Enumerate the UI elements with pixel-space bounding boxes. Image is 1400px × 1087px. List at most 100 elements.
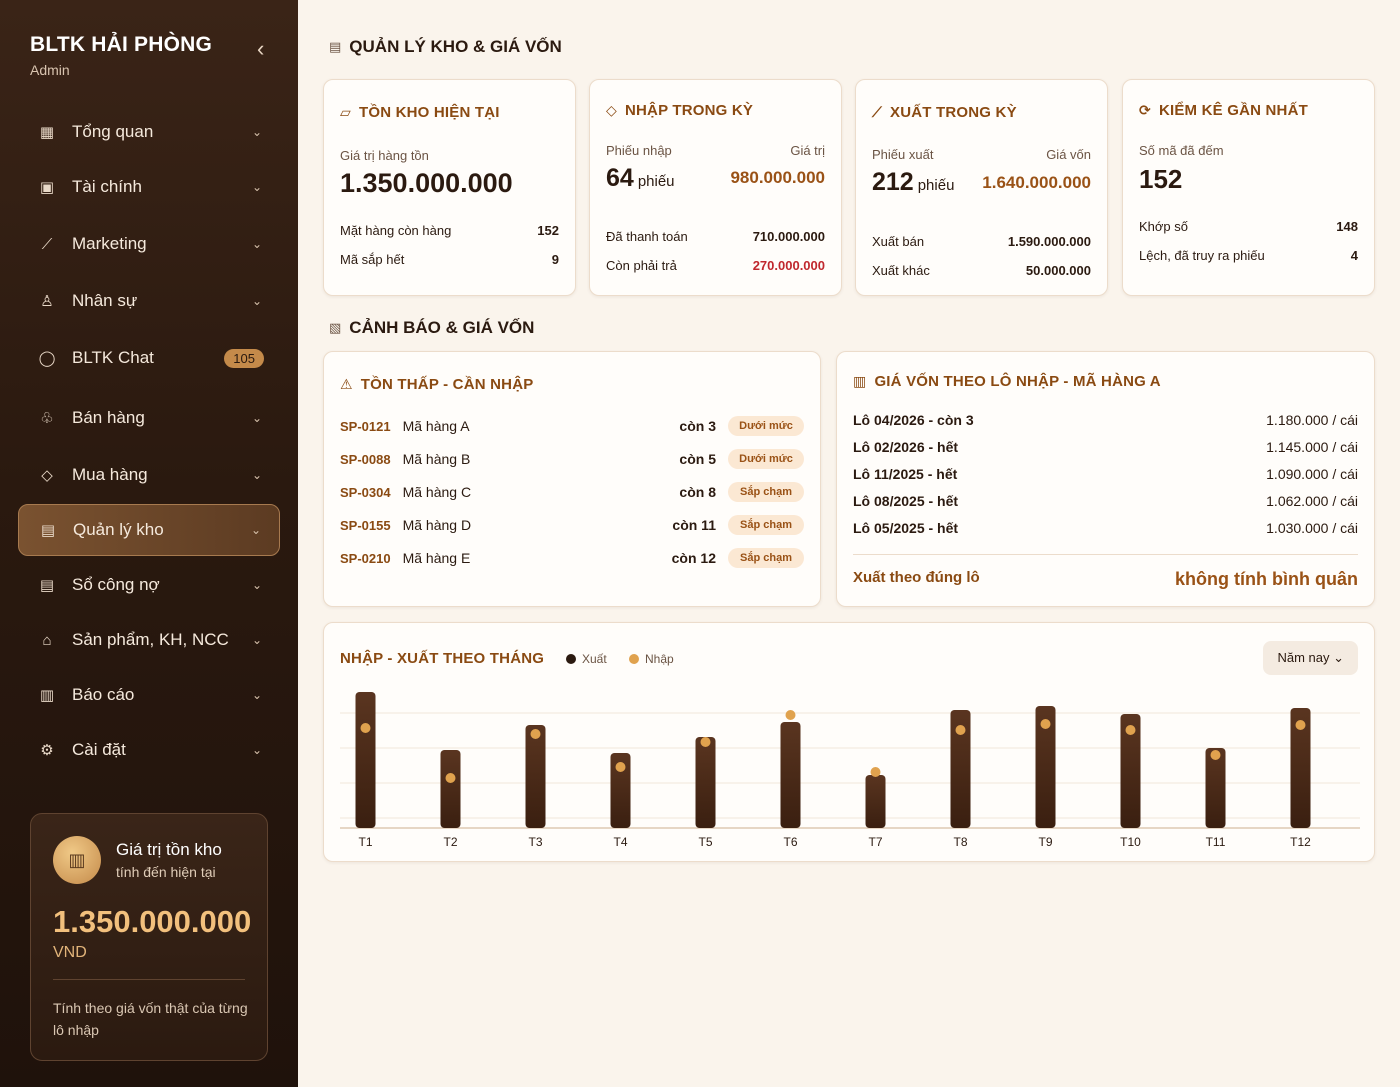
product-code: SP-0121 [340,418,391,434]
kpi-row: Còn phải trả 270.000.000 [606,258,825,273]
lot-name: Lô 02/2026 - hết [853,439,959,455]
kpi-row: Xuất khác 50.000.000 [872,263,1091,278]
kpi-card-export: ⟋ XUẤT TRONG KỲ Phiếu xuất Giá vốn 212 ph… [855,79,1108,296]
export-amount: 1.640.000.000 [982,173,1091,192]
kpi-card-stock: ▱ TỒN KHO HIỆN TẠI Giá trị hàng tồn 1.35… [323,79,576,296]
divider [853,554,1358,555]
list-item[interactable]: SP-0304 Mã hàng C còn 8 Sắp chạm [340,479,804,505]
sidebar-item-bao-cao[interactable]: ▥ Báo cáo ⌄ [18,669,280,721]
stock-card-title: Giá trị tồn kho [116,840,222,859]
trend-icon: ⟋ [41,235,53,253]
x-tick-label: T9 [1038,835,1052,849]
ledger-icon: ▤ [39,577,55,594]
section-title-text: QUẢN LÝ KHO & GIÁ VỐN [349,37,562,56]
list-item: Lô 08/2025 - hết 1.062.000 / cái [853,493,1358,509]
diamond-icon: ◇ [41,467,53,484]
x-tick-label: T10 [1120,835,1141,849]
chat-icon: ◯ [38,350,56,367]
row-label: Lệch, đã truy ra phiếu [1139,248,1265,263]
divider [53,979,245,980]
sidebar-item-san-pham[interactable]: ⌂ Sản phẩm, KH, NCC ⌄ [18,614,280,666]
sidebar-item-mua-hang[interactable]: ◇ Mua hàng ⌄ [18,449,280,501]
sidebar-item-nhan-su[interactable]: ♙ Nhân sự ⌄ [18,275,280,327]
coin-icon: ▥ [53,836,101,884]
point-nhap-T3 [530,729,541,739]
sidebar-item-bltk-chat[interactable]: ◯ BLTK Chat 105 [18,332,280,384]
product-name: Mã hàng C [402,484,472,500]
section-title-inventory: ▤ QUẢN LÝ KHO & GIÁ VỐN [329,37,562,57]
warning-icon: ⚠ [340,376,353,392]
kpi-row: Mã sắp hết 9 [340,252,559,267]
lot-price: 1.145.000 / cái [1266,439,1358,455]
dashboard-icon: ▦ [39,124,55,141]
export-count-label: Phiếu xuất [872,147,934,162]
warehouse-icon: ▤ [329,39,342,54]
row-value: 4 [1350,248,1358,263]
product-qty: còn 3 [679,418,716,434]
sidebar-item-label: Tổng quan [72,122,154,141]
list-item[interactable]: SP-0155 Mã hàng D còn 11 Sắp chạm [340,512,804,538]
kpi-row: Đã thanh toán 710.000.000 [606,229,825,244]
sidebar-item-quan-ly-kho[interactable]: ▤ Quản lý kho ⌄ [18,504,280,556]
sidebar-item-marketing[interactable]: ⟋ Marketing ⌄ [18,218,280,270]
diamond-icon: ◇ [606,102,617,118]
card-title: ⟋ XUẤT TRONG KỲ [872,104,1017,121]
sidebar-item-so-cong-no[interactable]: ▤ Sổ công nợ ⌄ [18,559,280,611]
box-icon: ▱ [340,104,351,120]
product-qty: còn 5 [679,451,716,467]
chevron-down-icon: ⌄ [251,125,262,139]
kpi-row: Khớp số 148 [1139,219,1358,234]
sidebar-item-cai-dat[interactable]: ⚙ Cài đặt ⌄ [18,724,280,776]
row-value: 50.000.000 [1025,263,1091,278]
bar-xuat-T1 [355,692,376,828]
product-qty: còn 8 [679,484,716,500]
chevron-down-icon: ⌄ [251,411,262,425]
sidebar-item-tong-quan[interactable]: ▦ Tổng quan ⌄ [18,106,280,158]
product-qty: còn 12 [671,550,716,566]
bar-xuat-T6 [780,722,801,828]
list-item[interactable]: SP-0088 Mã hàng B còn 5 Dưới mức [340,446,804,472]
lot-footer-label: Xuất theo đúng lô [853,569,980,586]
sidebar: BLTK HẢI PHÒNG Admin ‹ ▦ Tổng quan ⌄ ▣ T… [0,0,298,1087]
count-value: 64 [606,164,634,192]
sidebar-item-tai-chinh[interactable]: ▣ Tài chính ⌄ [18,161,280,213]
kpi-row: Xuất bán 1.590.000.000 [872,234,1091,249]
product-name: Mã hàng E [402,550,471,566]
point-nhap-T7 [870,767,881,777]
kpi-card-import: ◇ NHẬP TRONG KỲ Phiếu nhập Giá trị 64 phi… [589,79,842,296]
status-badge: Sắp chạm [728,548,804,568]
person-icon: ♙ [40,293,54,310]
user-role: Admin [30,62,70,78]
card-title: ▥ GIÁ VỐN THEO LÔ NHẬP - MÃ HÀNG A [853,373,1161,390]
lot-cost-card: ▥ GIÁ VỐN THEO LÔ NHẬP - MÃ HÀNG A Lô 04… [836,351,1375,607]
point-nhap-T10 [1125,725,1136,735]
import-amount: 980.000.000 [730,168,825,187]
product-code: SP-0304 [340,484,391,500]
lot-price: 1.180.000 / cái [1266,412,1358,428]
stock-value-label: Giá trị hàng tồn [340,148,429,163]
gear-icon: ⚙ [40,742,54,759]
sidebar-item-ban-hang[interactable]: ♧ Bán hàng ⌄ [18,392,280,444]
list-item[interactable]: SP-0210 Mã hàng E còn 12 Sắp chạm [340,545,804,571]
stock-card-value: 1.350.000.000 [53,904,252,939]
trend-icon: ⟋ [872,104,882,120]
count-value: 212 [872,168,914,196]
card-title-text: KIỂM KÊ GẦN NHẤT [1158,102,1308,119]
row-label: Xuất bán [872,234,925,249]
kpi-row: Mặt hàng còn hàng 152 [340,223,559,238]
product-code: SP-0210 [340,550,391,566]
list-item[interactable]: SP-0121 Mã hàng A còn 3 Dưới mức [340,413,804,439]
point-nhap-T11 [1210,750,1221,760]
unread-badge: 105 [224,348,264,368]
chevron-down-icon: ⌄ [251,237,262,251]
row-value: 1.590.000.000 [1007,234,1091,249]
collapse-sidebar-icon[interactable]: ‹ [257,36,264,62]
bar-xuat-T5 [695,737,716,828]
lot-name: Lô 04/2026 - còn 3 [853,412,974,428]
lot-price: 1.062.000 / cái [1266,493,1358,509]
point-nhap-T12 [1295,720,1306,730]
home-icon: ⌂ [42,631,52,649]
status-badge: Dưới mức [728,416,804,436]
lot-name: Lô 11/2025 - hết [853,466,958,482]
stock-card-subtitle: tính đến hiện tại [116,864,216,880]
